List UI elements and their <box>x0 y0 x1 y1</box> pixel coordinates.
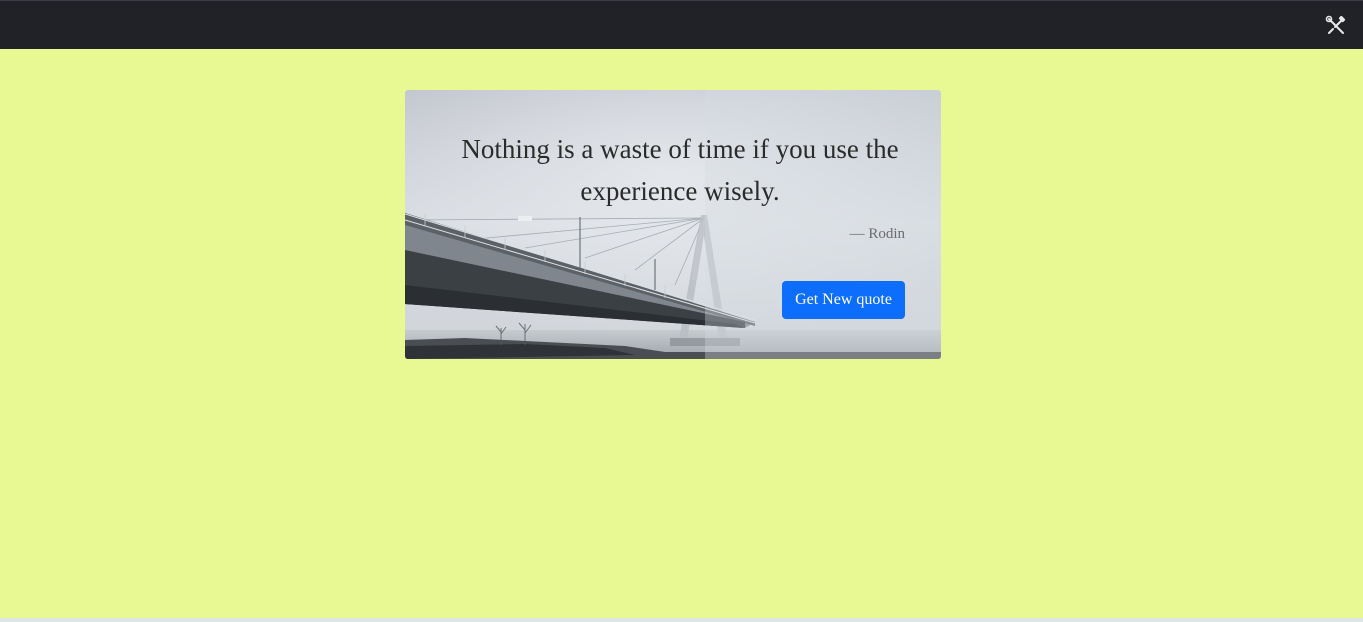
get-new-quote-button[interactable]: Get New quote <box>782 281 905 319</box>
bottom-strip <box>0 618 1363 622</box>
tools-icon[interactable] <box>1325 15 1347 37</box>
quote-author: — Rodin <box>849 226 905 242</box>
top-bar <box>0 0 1363 49</box>
quote-text: Nothing is a waste of time if you use th… <box>461 134 899 206</box>
quote-card: Nothing is a waste of time if you use th… <box>405 90 941 359</box>
